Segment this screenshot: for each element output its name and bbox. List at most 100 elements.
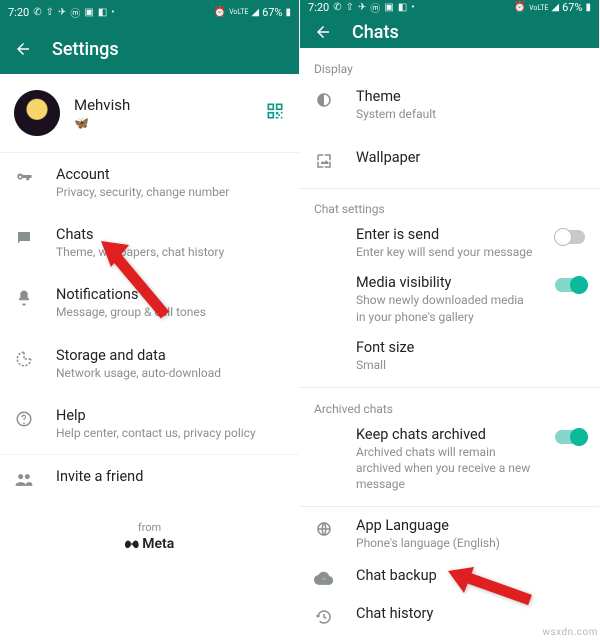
profile-name: Mehvish (74, 96, 130, 114)
row-app-language[interactable]: App Language Phone's language (English) (300, 507, 599, 559)
row-subtitle: Archived chats will remain archived when… (356, 444, 533, 493)
video-icon: ▣ (384, 2, 393, 13)
battery-icon: ▮ (585, 2, 591, 13)
row-subtitle: Network usage, auto-download (56, 365, 285, 381)
row-title: Keep chats archived (356, 426, 533, 443)
data-icon (14, 349, 34, 369)
dot-icon: • (111, 7, 114, 18)
toggle-media-visibility[interactable] (555, 278, 585, 292)
row-enter-is-send[interactable]: Enter is send Enter key will send your m… (300, 220, 599, 268)
row-storage[interactable]: Storage and data Network usage, auto-dow… (0, 334, 299, 394)
from-label: from (0, 521, 299, 534)
m-icon: ⓜ (70, 5, 80, 20)
row-title: Enter is send (356, 226, 533, 243)
row-media-visibility[interactable]: Media visibility Show newly downloaded m… (300, 268, 599, 332)
row-account[interactable]: Account Privacy, security, change number (0, 153, 299, 213)
row-title: Help (56, 407, 285, 424)
telegram-icon: ✈ (358, 2, 366, 13)
row-title: Chats (56, 226, 285, 243)
row-keep-archived[interactable]: Keep chats archived Archived chats will … (300, 420, 599, 503)
profile-row[interactable]: Mehvish 🦋 (0, 74, 299, 153)
row-subtitle: Theme, wallpapers, chat history (56, 244, 285, 260)
avatar (14, 90, 60, 136)
row-title: Storage and data (56, 347, 285, 364)
watermark: wsxdn.com (542, 627, 598, 638)
cloud-up-icon (314, 569, 334, 589)
row-subtitle: Phone's language (English) (356, 535, 585, 551)
video-icon: ▣ (84, 7, 93, 18)
row-wallpaper[interactable]: Wallpaper (300, 136, 599, 184)
row-font-size[interactable]: Font size Small (300, 333, 599, 383)
m-icon: ⓜ (370, 0, 380, 15)
history-icon (314, 607, 334, 627)
battery-text: 67% (262, 6, 282, 19)
row-chat-backup[interactable]: Chat backup (300, 559, 599, 597)
people-icon (14, 470, 34, 490)
app-bar: Settings (0, 24, 299, 74)
wallpaper-icon (314, 151, 334, 171)
toggle-enter-send[interactable] (555, 230, 585, 244)
row-title: Notifications (56, 286, 285, 303)
settings-screen: 7:20 ✆ ⇧ ✈ ⓜ ▣ ◧ • ⏰ VoLTE ◢ 67% ▮ Setti… (0, 0, 300, 640)
key-icon (14, 168, 34, 188)
chat-icon: ◧ (98, 7, 107, 18)
telegram-icon: ✈ (58, 7, 66, 18)
signal-icon: ◢ (251, 7, 259, 18)
status-bar: 7:20 ✆ ⇧ ✈ ⓜ ▣ ◧ • ⏰ VoLTE ◢ 67% ▮ (0, 0, 299, 24)
upload-icon: ⇧ (46, 7, 54, 18)
qr-icon[interactable] (265, 101, 285, 126)
row-title: Chat history (356, 605, 585, 622)
help-icon (14, 409, 34, 429)
phone-icon: ✆ (333, 2, 341, 13)
alarm-icon: ⏰ (214, 7, 226, 18)
volte-icon: VoLTE (229, 8, 248, 16)
signal-icon: ◢ (551, 2, 559, 13)
alarm-icon: ⏰ (514, 2, 526, 13)
row-subtitle: Show newly downloaded media in your phon… (356, 292, 533, 324)
upload-icon: ⇧ (346, 2, 354, 13)
row-chats[interactable]: Chats Theme, wallpapers, chat history (0, 213, 299, 273)
row-invite[interactable]: Invite a friend (0, 454, 299, 503)
clock: 7:20 (8, 6, 29, 19)
row-theme[interactable]: Theme System default (300, 80, 599, 135)
phone-icon: ✆ (33, 7, 41, 18)
page-title: Settings (52, 39, 119, 60)
battery-text: 67% (562, 1, 582, 14)
app-bar: Chats (300, 16, 599, 49)
row-subtitle: Message, group & call tones (56, 304, 285, 320)
row-title: Invite a friend (56, 468, 285, 485)
row-subtitle: Small (356, 357, 585, 373)
row-title: Media visibility (356, 274, 533, 291)
row-title: Theme (356, 88, 585, 105)
clock: 7:20 (308, 1, 329, 14)
volte-icon: VoLTE (529, 4, 548, 12)
dot-icon: • (411, 2, 414, 13)
row-title: Chat backup (356, 567, 585, 584)
section-archived: Archived chats (300, 388, 599, 420)
battery-icon: ▮ (285, 7, 291, 18)
row-help[interactable]: Help Help center, contact us, privacy po… (0, 394, 299, 454)
row-subtitle: System default (356, 106, 585, 122)
row-title: Account (56, 166, 285, 183)
chat-icon (14, 228, 34, 248)
row-title: App Language (356, 517, 585, 534)
section-display: Display (300, 48, 599, 80)
chats-screen: 7:20 ✆ ⇧ ✈ ⓜ ▣ ◧ • ⏰ VoLTE ◢ 67% ▮ Chats… (300, 0, 600, 640)
row-subtitle: Privacy, security, change number (56, 184, 285, 200)
back-icon[interactable] (314, 23, 332, 41)
meta-brand: Meta (0, 536, 299, 552)
row-title: Font size (356, 339, 585, 356)
profile-status: 🦋 (74, 116, 130, 130)
section-chat-settings: Chat settings (300, 188, 599, 220)
row-subtitle: Help center, contact us, privacy policy (56, 425, 285, 441)
chat-icon: ◧ (398, 2, 407, 13)
theme-icon (314, 90, 334, 110)
toggle-keep-archived[interactable] (555, 430, 585, 444)
status-bar: 7:20 ✆ ⇧ ✈ ⓜ ▣ ◧ • ⏰ VoLTE ◢ 67% ▮ (300, 0, 599, 16)
row-notifications[interactable]: Notifications Message, group & call tone… (0, 273, 299, 333)
back-icon[interactable] (14, 40, 32, 58)
bell-icon (14, 288, 34, 308)
page-title: Chats (352, 22, 399, 43)
globe-icon (314, 519, 334, 539)
row-title: Wallpaper (356, 149, 585, 166)
